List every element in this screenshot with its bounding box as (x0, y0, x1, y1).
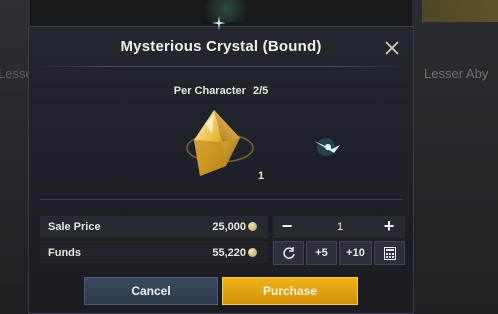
increase-quantity-button[interactable]: + (379, 216, 399, 238)
background-item-label-right: Lesser Aby (424, 66, 489, 81)
background-right-panel (412, 0, 498, 314)
background-glow (196, 0, 256, 22)
funds-value: 55,220 (212, 247, 257, 259)
decrease-quantity-button[interactable]: − (277, 216, 297, 238)
add-5-button[interactable]: +5 (306, 241, 337, 265)
funds-label: Funds (48, 247, 81, 259)
dialog-divider (40, 199, 402, 200)
item-quantity: 1 (258, 170, 265, 182)
sale-price-value: 25,000 (212, 221, 257, 233)
background-left-panel (0, 0, 30, 314)
sale-price-label: Sale Price (48, 221, 101, 233)
limit-label: Per Character (173, 85, 246, 97)
title-divider (40, 66, 402, 67)
background-gold-tab (422, 0, 498, 22)
purchase-button[interactable]: Purchase (222, 277, 358, 305)
cancel-button[interactable]: Cancel (84, 277, 218, 305)
close-button[interactable] (382, 38, 402, 58)
coin-icon (248, 222, 257, 231)
close-icon (385, 41, 399, 55)
sale-price-amount: 25,000 (212, 221, 246, 233)
quantity-value[interactable]: 1 (325, 216, 355, 238)
add-10-button[interactable]: +10 (339, 241, 372, 265)
coin-icon (248, 248, 257, 257)
crystal-item-icon (186, 110, 254, 176)
calculator-button[interactable] (374, 241, 405, 265)
sparkle-effect-icon (314, 138, 340, 156)
dialog-title: Mysterious Crystal (Bound) (120, 38, 322, 55)
calculator-icon (383, 247, 396, 260)
reset-quantity-button[interactable] (273, 241, 304, 265)
limit-value: 2/5 (252, 85, 269, 97)
funds-amount: 55,220 (212, 247, 246, 259)
purchase-limit: Per Character 2/5 (28, 85, 414, 97)
sparkle-icon (212, 16, 226, 30)
reset-icon (282, 247, 295, 259)
